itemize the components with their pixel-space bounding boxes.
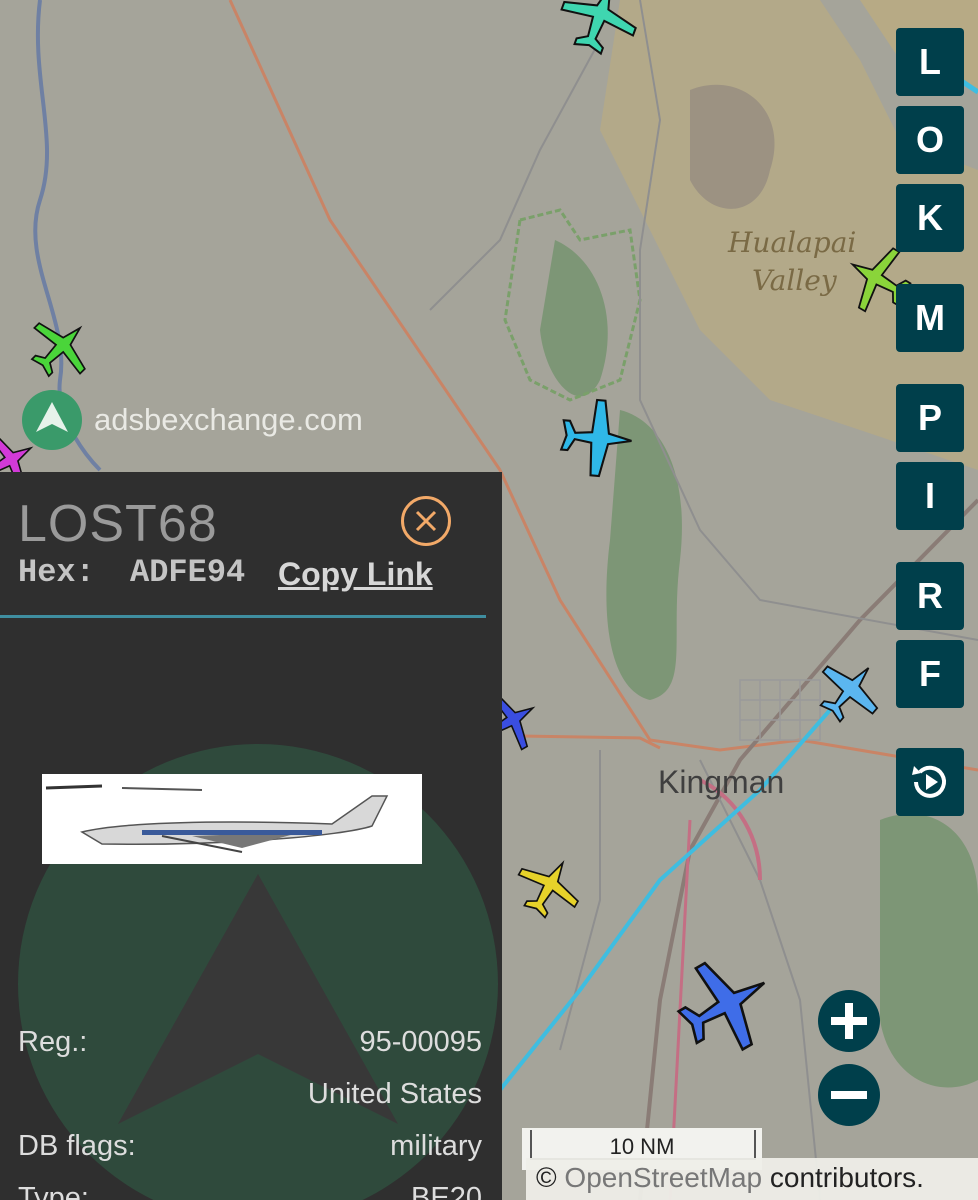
type-value: BE20 <box>411 1182 482 1200</box>
panel-divider <box>0 615 486 618</box>
layer-toggle-L-button[interactable]: L <box>896 28 964 96</box>
plus-icon <box>831 1003 867 1039</box>
db-flags-label: DB flags: <box>18 1130 136 1162</box>
replay-button[interactable] <box>896 748 964 816</box>
type-label: Type: <box>18 1182 89 1200</box>
db-flags-value: military <box>390 1130 482 1162</box>
adsbexchange-logo-icon <box>22 390 82 450</box>
reg-label: Reg.: <box>18 1026 88 1058</box>
osm-link[interactable]: OpenStreetMap <box>564 1162 762 1193</box>
brand-text: adsbexchange.com <box>94 402 363 437</box>
aircraft-info-panel: LOST68 Hex: ADFE94 Copy Link Reg.: 95-00… <box>0 472 502 1200</box>
zoom-in-button[interactable] <box>818 990 880 1052</box>
hex-row: Hex: ADFE94 <box>18 554 245 591</box>
toggle-P-button[interactable]: P <box>896 384 964 452</box>
aircraft-photo-image <box>42 774 422 864</box>
zoom-out-button[interactable] <box>818 1064 880 1126</box>
aircraft-photo <box>42 774 422 864</box>
town-label: Kingman <box>658 764 785 800</box>
attribution-suffix: contributors. <box>769 1162 924 1193</box>
country-value: United States <box>307 1078 482 1110</box>
toggle-K-button[interactable]: K <box>896 184 964 252</box>
valley-label: Hualapai Valley <box>728 224 856 300</box>
callsign: LOST68 <box>18 495 218 553</box>
close-button[interactable] <box>401 496 451 546</box>
close-icon <box>415 510 437 532</box>
replay-icon <box>912 765 946 798</box>
valley-label-line-1: Hualapai <box>728 226 857 259</box>
copyright-symbol: © <box>536 1162 557 1193</box>
scale-label: 10 NM <box>609 1134 675 1159</box>
toggle-R-button[interactable]: R <box>896 562 964 630</box>
hex-label: Hex: <box>18 554 95 591</box>
brand-watermark: adsbexchange.com <box>22 390 363 450</box>
minus-icon <box>831 1091 867 1099</box>
hex-value: ADFE94 <box>130 554 246 591</box>
copy-link-button[interactable]: Copy Link <box>278 556 433 593</box>
toggle-M-button[interactable]: M <box>896 284 964 352</box>
toggle-F-button[interactable]: F <box>896 640 964 708</box>
toggle-I-button[interactable]: I <box>896 462 964 530</box>
valley-label-line-2: Valley <box>752 264 837 297</box>
reg-value: 95-00095 <box>359 1026 482 1058</box>
map-attribution: © OpenStreetMap contributors. <box>526 1158 978 1200</box>
toggle-O-button[interactable]: O <box>896 106 964 174</box>
